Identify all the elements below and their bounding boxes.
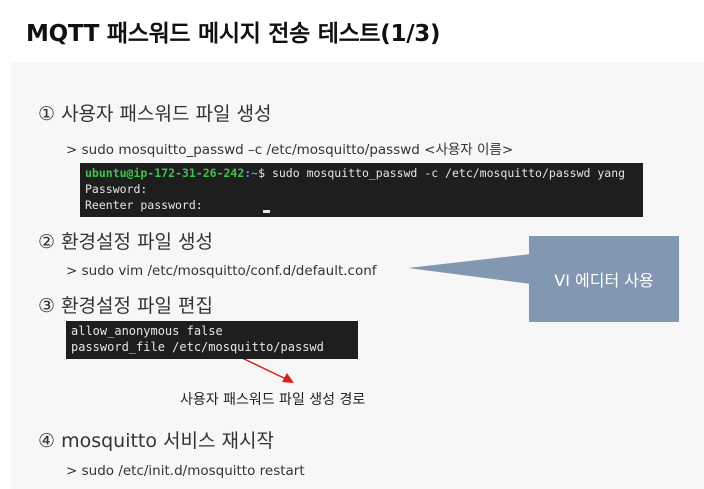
config-line-anonymous: allow_anonymous false <box>71 324 223 338</box>
step-4-command: > sudo /etc/init.d/mosquitto restart <box>66 463 305 479</box>
terminal-config: allow_anonymous false password_file /etc… <box>66 321 358 359</box>
step-4-label: ④ mosquitto 서비스 재시작 <box>38 430 274 452</box>
step-3-label: ③ 환경설정 파일 편집 <box>38 295 213 317</box>
config-line-password-file: password_file /etc/mosquitto/passwd <box>71 340 324 354</box>
annotation-arrow-line <box>239 356 289 381</box>
passwd-path-annotation: 사용자 패스워드 파일 생성 경로 <box>180 392 366 408</box>
vi-editor-callout: VI 에디터 사용 <box>529 236 679 322</box>
callout-tail <box>408 254 531 284</box>
